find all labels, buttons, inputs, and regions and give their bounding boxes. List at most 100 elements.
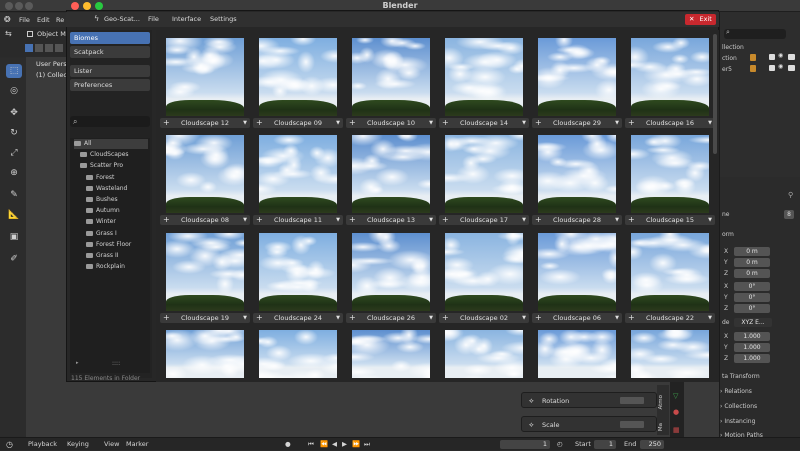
folder-tree-item[interactable]: CloudScapes	[80, 150, 148, 160]
browser-menu-settings[interactable]: Settings	[210, 15, 237, 23]
chevron-down-icon[interactable]: ▼	[429, 313, 433, 323]
folder-tree-item[interactable]: Winter	[86, 217, 148, 227]
asset-caption[interactable]: + Cloudscape 17 ▼	[439, 215, 529, 225]
folder-tree-item[interactable]: Forest Floor	[86, 240, 148, 250]
add-asset-icon[interactable]: +	[163, 313, 170, 323]
blender-logo-icon[interactable]: ❂	[4, 13, 11, 27]
add-asset-icon[interactable]: +	[535, 313, 542, 323]
rotation-panel-toggles[interactable]	[620, 397, 644, 404]
annotate-icon[interactable]: ✎	[6, 188, 22, 202]
folder-tree-item[interactable]: Scatter Pro	[80, 161, 148, 171]
asset-thumbnail[interactable]	[352, 233, 430, 311]
chevron-down-icon[interactable]: ▼	[708, 215, 712, 225]
select-box-icon[interactable]: ⬚	[6, 64, 22, 78]
asset-caption[interactable]: + Cloudscape 26 ▼	[346, 313, 436, 323]
menu-file[interactable]: File	[19, 13, 30, 27]
rotation-mode-dropdown[interactable]: XYZ E...	[734, 318, 772, 327]
browser-menu-interface[interactable]: Interface	[172, 15, 201, 23]
asset-card[interactable]: + Cloudscape 10 ▼	[346, 34, 436, 130]
asset-card[interactable]: + Cloudscape 19 ▼	[160, 229, 250, 325]
asset-card[interactable]	[346, 326, 436, 378]
asset-thumbnail[interactable]	[538, 135, 616, 213]
asset-caption[interactable]: + Cloudscape 16 ▼	[625, 118, 715, 128]
chevron-down-icon[interactable]: ▼	[243, 215, 247, 225]
collections-panel[interactable]: › Collections	[720, 403, 757, 410]
asset-thumbnail[interactable]	[166, 330, 244, 378]
location-z-field[interactable]: 0 m	[734, 269, 770, 278]
asset-thumbnail[interactable]	[166, 233, 244, 311]
asset-caption[interactable]: + Cloudscape 12 ▼	[160, 118, 250, 128]
close-window-button[interactable]	[71, 2, 79, 10]
timeline-menu-marker[interactable]: Marker	[126, 438, 148, 451]
folder-tree-item[interactable]: Autumn	[86, 206, 148, 216]
chevron-down-icon[interactable]: ▼	[615, 313, 619, 323]
scale-panel-toggles[interactable]	[620, 421, 644, 428]
asset-card[interactable]: + Cloudscape 06 ▼	[532, 229, 622, 325]
grid-scrollbar[interactable]	[713, 34, 717, 154]
asset-card[interactable]: + Cloudscape 08 ▼	[160, 131, 250, 227]
sidebar-button-lister[interactable]: Lister	[70, 65, 150, 77]
jump-start-icon[interactable]: ⏮	[308, 438, 314, 451]
chevron-down-icon[interactable]: ▼	[708, 313, 712, 323]
add-cube-icon[interactable]: ▣	[6, 230, 22, 244]
transform-section-label[interactable]: orm	[722, 231, 734, 238]
asset-card[interactable]: + Cloudscape 12 ▼	[160, 34, 250, 130]
timeline-menu-playback[interactable]: Playback	[28, 438, 57, 451]
add-asset-icon[interactable]: +	[535, 118, 542, 128]
asset-caption[interactable]: + Cloudscape 13 ▼	[346, 215, 436, 225]
checkbox-icon-2[interactable]	[769, 65, 775, 71]
exit-button[interactable]: ✕ Exit	[685, 14, 716, 25]
outliner-row-layer[interactable]: er5	[722, 66, 732, 73]
add-asset-icon[interactable]: +	[163, 215, 170, 225]
user-count-badge[interactable]: 8	[784, 210, 794, 219]
folder-tree-item[interactable]: Wasteland	[86, 184, 148, 194]
asset-thumbnail[interactable]	[538, 330, 616, 378]
add-asset-icon[interactable]: +	[442, 215, 449, 225]
asset-card[interactable]: + Cloudscape 22 ▼	[625, 229, 715, 325]
sidebar-button-scatpack[interactable]: Scatpack	[70, 46, 150, 58]
asset-card[interactable]: + Cloudscape 24 ▼	[253, 229, 343, 325]
add-asset-icon[interactable]: +	[256, 215, 263, 225]
step-back-icon[interactable]: ⏪	[320, 438, 328, 451]
asset-thumbnail[interactable]	[352, 330, 430, 378]
asset-thumbnail[interactable]	[352, 135, 430, 213]
chevron-down-icon[interactable]: ▼	[522, 313, 526, 323]
asset-card[interactable]: + Cloudscape 11 ▼	[253, 131, 343, 227]
timeline-menu-keying[interactable]: Keying	[67, 438, 89, 451]
asset-caption[interactable]: + Cloudscape 11 ▼	[253, 215, 343, 225]
asset-card[interactable]: + Cloudscape 13 ▼	[346, 131, 436, 227]
camera-icon-2[interactable]	[788, 65, 795, 71]
location-y-field[interactable]: 0 m	[734, 258, 770, 267]
sidebar-button-biomes[interactable]: Biomes	[70, 32, 150, 44]
add-asset-icon[interactable]: +	[163, 118, 170, 128]
asset-card[interactable]: + Cloudscape 26 ▼	[346, 229, 436, 325]
asset-card[interactable]	[253, 326, 343, 378]
add-asset-icon[interactable]: +	[628, 215, 635, 225]
asset-caption[interactable]: + Cloudscape 06 ▼	[532, 313, 622, 323]
asset-card[interactable]: + Cloudscape 17 ▼	[439, 131, 529, 227]
asset-card[interactable]: + Cloudscape 15 ▼	[625, 131, 715, 227]
folder-tree-item[interactable]: Rockplain	[86, 262, 148, 272]
eye-icon[interactable]: ◉	[778, 52, 783, 59]
asset-thumbnail[interactable]	[445, 38, 523, 116]
chevron-down-icon[interactable]: ▼	[243, 118, 247, 128]
location-x-field[interactable]: 0 m	[734, 247, 770, 256]
tab-atmo[interactable]: Atmo	[658, 395, 664, 410]
add-asset-icon[interactable]: +	[349, 118, 356, 128]
move-icon[interactable]: ✥	[6, 106, 22, 120]
timeline-editor-icon[interactable]: ◷	[6, 438, 13, 451]
chevron-down-icon[interactable]: ▼	[522, 118, 526, 128]
add-asset-icon[interactable]: +	[256, 313, 263, 323]
end-frame-field[interactable]: 250	[640, 440, 664, 449]
asset-card[interactable]	[625, 326, 715, 378]
asset-caption[interactable]: + Cloudscape 28 ▼	[532, 215, 622, 225]
scale-panel[interactable]: ⟡ Scale	[521, 416, 657, 432]
folder-tree-item[interactable]: Grass II	[86, 251, 148, 261]
rotate-icon[interactable]: ↻	[6, 126, 22, 140]
outliner-row-collection[interactable]: ction	[722, 55, 737, 62]
asset-caption[interactable]: + Cloudscape 02 ▼	[439, 313, 529, 323]
camera-icon[interactable]	[788, 54, 795, 60]
tab-ma[interactable]: Ma	[658, 423, 664, 431]
asset-card[interactable]	[160, 326, 250, 378]
asset-caption[interactable]: + Cloudscape 09 ▼	[253, 118, 343, 128]
